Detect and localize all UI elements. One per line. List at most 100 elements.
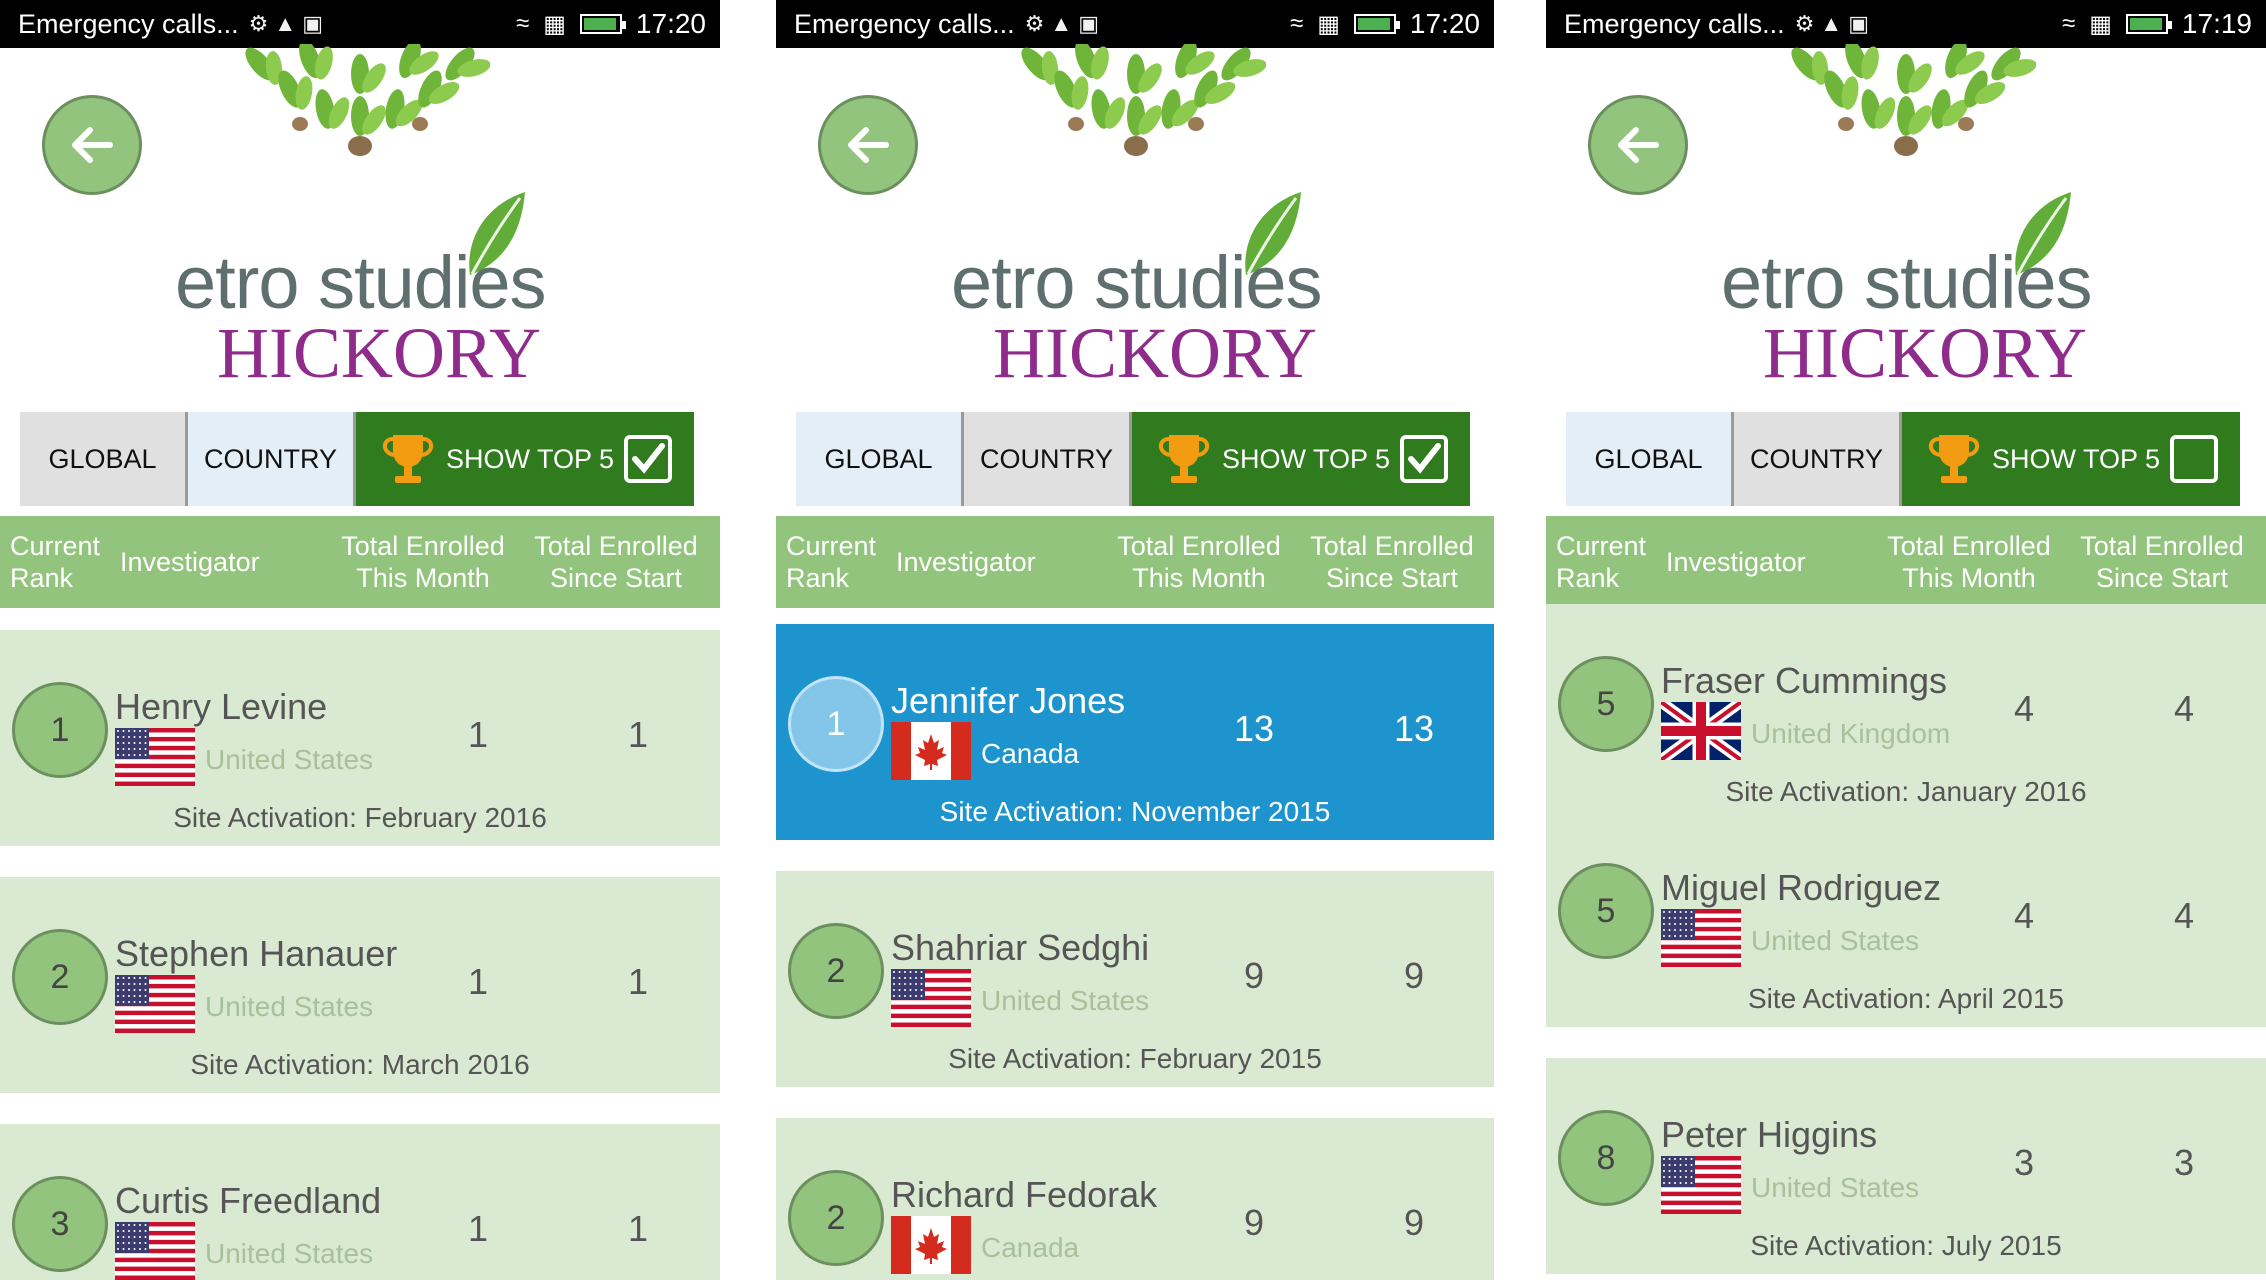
leaves-decoration-icon — [230, 39, 491, 162]
back-button[interactable] — [1588, 95, 1688, 195]
enrolled-since-start: 9 — [1403, 1202, 1425, 1243]
enrolled-since-start: 4 — [2173, 895, 2195, 936]
back-button[interactable] — [42, 95, 142, 195]
tab-country[interactable]: COUNTRY — [188, 412, 356, 506]
header-current-rank: Current Rank — [786, 531, 877, 593]
tab-country[interactable]: COUNTRY — [964, 412, 1132, 506]
filter-tabs: GLOBAL COUNTRY SHOW TOP 5 — [1566, 412, 2240, 506]
enrolled-since-start: 9 — [1403, 955, 1425, 996]
checkmark-icon — [1408, 443, 1442, 474]
canada-flag-icon — [891, 1216, 971, 1274]
investigator-row[interactable]: 8 Peter Higgins United States 3 3 Site A… — [1546, 1058, 2266, 1274]
rank-badge: 3 — [12, 1176, 108, 1272]
header-enrolled-this-month: Total Enrolled This Month — [341, 531, 505, 593]
header-current-rank: Current Rank — [10, 531, 101, 593]
status-bar: Emergency calls... ⚙ ▲ ▣ ≈ ▦ 17:19 — [1546, 0, 2266, 48]
us-flag-icon — [1661, 1156, 1741, 1215]
table-header: Current Rank Investigator Total Enrolled… — [1546, 516, 2266, 608]
country-name: United States — [1751, 1172, 1920, 1203]
show-top-5-toggle[interactable]: SHOW TOP 5 — [1132, 412, 1470, 506]
header-investigator: Investigator — [1666, 547, 1806, 577]
phone-screen: Emergency calls... ⚙ ▲ ▣ ≈ ▦ 17:19 etro … — [1546, 0, 2266, 1280]
show-top-5-toggle[interactable]: SHOW TOP 5 — [1902, 412, 2240, 506]
investigator-name: Shahriar Sedghi — [891, 927, 1150, 968]
enrolled-this-month: 1 — [467, 714, 489, 755]
battery-icon — [579, 14, 626, 34]
show-top-5-checkbox[interactable] — [624, 435, 673, 483]
investigator-row[interactable]: 5 Fraser Cummings United Kingdom 4 4 Sit… — [1546, 604, 2266, 820]
site-activation: Site Activation: February 2015 — [948, 1043, 1322, 1074]
investigator-row[interactable]: 2 Richard Fedorak Canada 9 9 — [776, 1118, 1494, 1280]
rank-badge: 5 — [1558, 863, 1654, 959]
country-name: United States — [981, 985, 1150, 1016]
enrolled-this-month: 4 — [2013, 895, 2035, 936]
signal-icon: ▦ — [1317, 10, 1340, 38]
uk-flag-icon — [1657, 697, 1745, 765]
site-activation: Site Activation: February 2016 — [173, 802, 547, 833]
notification-icons: ⚙ ▲ ▣ — [1794, 11, 1870, 36]
logo-text-hickory: HICKORY — [1763, 313, 2088, 393]
rank-badge: 8 — [1558, 1110, 1654, 1206]
logo-text-hickory: HICKORY — [993, 313, 1318, 393]
investigator-row[interactable]: 1 Jennifer Jones Canada 13 13 Site Activ… — [776, 624, 1494, 840]
header-enrolled-this-month: Total Enrolled This Month — [1117, 531, 1281, 593]
leaves-decoration-icon — [1006, 39, 1267, 162]
investigator-row[interactable]: 1 Henry Levine United States 1 1 Site Ac… — [0, 630, 720, 846]
show-top-5-checkbox[interactable] — [2170, 435, 2219, 483]
investigator-name: Miguel Rodriguez — [1661, 867, 1942, 908]
rank-badge: 1 — [12, 682, 108, 778]
filter-tabs: GLOBAL COUNTRY SHOW TOP 5 — [796, 412, 1470, 506]
site-activation: Site Activation: November 2015 — [939, 796, 1331, 827]
etro-studies-hickory-logo: etro studies HICKORY — [160, 190, 580, 400]
site-activation: Site Activation: July 2015 — [1750, 1230, 2062, 1261]
signal-icon: ▦ — [2089, 10, 2112, 38]
notification-icons: ⚙ ▲ ▣ — [248, 11, 324, 36]
us-flag-icon — [1661, 909, 1741, 968]
status-time: 17:20 — [1409, 8, 1480, 39]
logo-text-hickory: HICKORY — [217, 313, 542, 393]
enrolled-this-month: 4 — [2013, 688, 2035, 729]
tab-global[interactable]: GLOBAL — [20, 412, 188, 506]
battery-icon — [1353, 14, 1400, 34]
enrolled-since-start: 1 — [627, 1208, 649, 1249]
back-button[interactable] — [818, 95, 918, 195]
enrolled-since-start: 1 — [627, 714, 649, 755]
enrolled-this-month: 3 — [2013, 1142, 2035, 1183]
status-time: 17:19 — [2181, 8, 2252, 39]
country-name: Canada — [981, 738, 1080, 769]
etro-studies-hickory-logo: etro studies HICKORY — [936, 190, 1356, 400]
tab-global[interactable]: GLOBAL — [1566, 412, 1734, 506]
site-activation: Site Activation: March 2016 — [190, 1049, 530, 1080]
status-bar: Emergency calls... ⚙ ▲ ▣ ≈ ▦ 17:20 — [776, 0, 1494, 48]
phone-screen: Emergency calls... ⚙ ▲ ▣ ≈ ▦ 17:20 etro … — [776, 0, 1494, 1280]
signal-icon: ▦ — [543, 10, 566, 38]
arrow-left-icon — [72, 127, 113, 163]
investigator-row[interactable]: 2 Shahriar Sedghi United States 9 9 Site… — [776, 871, 1494, 1087]
filter-tabs: GLOBAL COUNTRY SHOW TOP 5 — [20, 412, 694, 506]
show-top-5-toggle[interactable]: SHOW TOP 5 — [356, 412, 694, 506]
investigator-name: Peter Higgins — [1661, 1114, 1878, 1155]
arrow-left-icon — [848, 127, 889, 163]
header-investigator: Investigator — [120, 547, 260, 577]
trophy-icon — [1928, 435, 1980, 483]
header-current-rank: Current Rank — [1556, 531, 1647, 593]
investigator-name: Henry Levine — [115, 686, 328, 727]
canada-flag-icon — [891, 722, 971, 780]
wifi-icon: ≈ — [1290, 10, 1304, 37]
tab-global[interactable]: GLOBAL — [796, 412, 964, 506]
enrolled-this-month: 1 — [467, 961, 489, 1002]
country-name: United States — [205, 991, 374, 1022]
rank-badge: 2 — [788, 923, 884, 1019]
investigator-name: Jennifer Jones — [891, 680, 1126, 721]
country-name: United States — [1751, 925, 1920, 956]
tab-country[interactable]: COUNTRY — [1734, 412, 1902, 506]
rank-badge: 2 — [12, 929, 108, 1025]
leaves-decoration-icon — [1776, 39, 2037, 162]
status-bar: Emergency calls... ⚙ ▲ ▣ ≈ ▦ 17:20 — [0, 0, 720, 48]
wifi-icon: ≈ — [2062, 10, 2076, 37]
investigator-row[interactable]: 3 Curtis Freedland United States 1 1 — [0, 1124, 720, 1280]
us-flag-icon — [115, 1222, 195, 1280]
show-top-5-checkbox[interactable] — [1400, 435, 1449, 483]
investigator-row[interactable]: 2 Stephen Hanauer United States 1 1 Site… — [0, 877, 720, 1093]
investigator-row[interactable]: 5 Miguel Rodriguez United States 4 4 Sit… — [1546, 811, 2266, 1027]
